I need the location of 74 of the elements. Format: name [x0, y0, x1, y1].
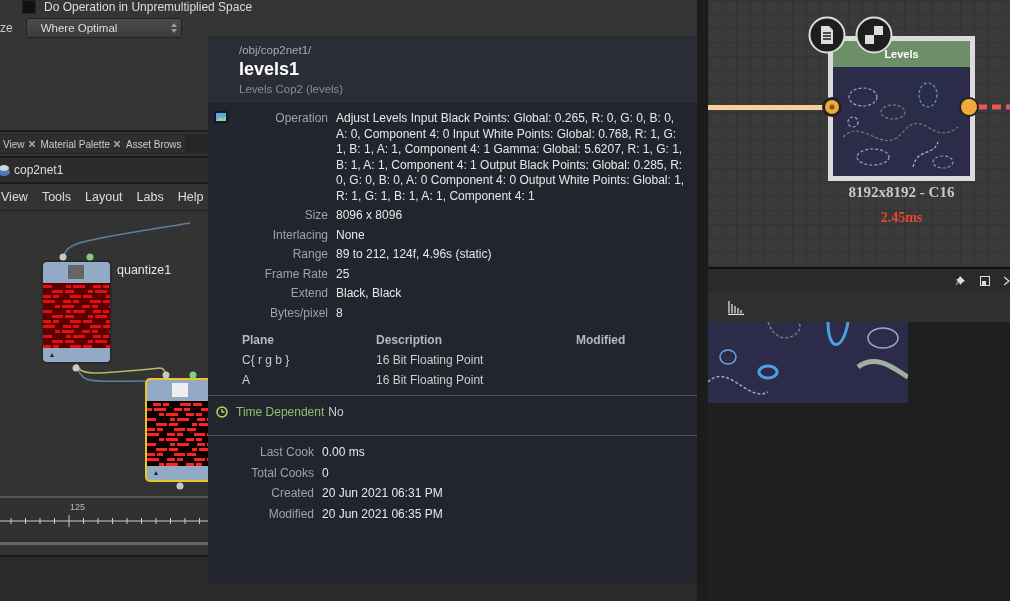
close-icon[interactable] [28, 141, 35, 147]
clock-icon [216, 406, 228, 418]
checkbox-label: Do Operation in Unpremultiplied Space [44, 0, 253, 14]
timeline-ruler[interactable] [0, 515, 210, 527]
pane-tab[interactable]: Material Palette [37, 135, 123, 153]
cook-time: 2.45ms [879, 210, 924, 226]
property-value: 89 to 212, 124f, 4.96s (static) [336, 247, 493, 263]
image-icon [214, 111, 228, 123]
property-label: Operation [274, 111, 328, 127]
property-value: Black, Black [336, 286, 403, 302]
dropdown[interactable]: Where Optimal [25, 18, 182, 38]
menu-item[interactable]: Help [177, 190, 204, 204]
property-label: Interlacing [271, 227, 328, 243]
output-port[interactable] [72, 364, 80, 372]
table-cell-text: C{ r g b } [242, 353, 291, 367]
node-name: levels1 [239, 59, 301, 80]
levels-node[interactable]: Levels [828, 36, 975, 181]
property-value: None [336, 227, 366, 243]
property-label: Extend [289, 286, 328, 302]
network-icon [0, 163, 10, 177]
time-dependent-value: No [328, 405, 344, 419]
property-label: Range [291, 247, 328, 263]
output-port[interactable] [958, 96, 980, 118]
time-dependent-label: Time Dependent [236, 405, 325, 419]
property-value: Adjust Levels Input Black Points: Global: 0.265, R: 0, G: 0, B: 0, A: 0, Component 4: 0 Input White Points: Global: 0.768, R: 1, G: 1, B: 1, A: 1, Component 4: 1 Gamma: Global: 5.6207, R: 1, G: 1, B: 1, A: 1, Component 4: 1 Output Black Points: Global: 0.285, R: 0, G: 0, B: 0, A: 0 Component 4: 0 Output White Points: Global: 1, R: 1, G: 1, B: 1, A: 1, Component 4: 1 [336, 111, 686, 204]
spinner-icon [170, 22, 177, 34]
property-label: Size [303, 208, 328, 224]
menu-item[interactable]: Layout [85, 190, 123, 204]
input-port[interactable] [821, 96, 843, 118]
column-header: Description [376, 333, 443, 347]
node-path: /obj/cop2net1/ [239, 44, 313, 56]
property-label: Created [270, 486, 314, 502]
node-label: quantize1 [117, 263, 172, 277]
menu-item[interactable]: Labs [136, 190, 164, 204]
pane-tab[interactable]: Asset Brows [123, 135, 185, 153]
menu-item[interactable]: Tools [41, 190, 72, 204]
node-type: Levels Cop2 (levels) [239, 83, 345, 95]
float-icon[interactable] [980, 275, 990, 286]
network-node[interactable] [41, 260, 112, 364]
column-header: Plane [242, 333, 275, 347]
flag-dot [189, 371, 197, 379]
network-path[interactable]: cop2net1 [14, 163, 64, 177]
checkbox[interactable] [22, 0, 36, 14]
property-label: Last Cook [258, 445, 314, 461]
flag-dot [86, 253, 94, 261]
close-icon[interactable] [114, 141, 120, 147]
input-port[interactable] [162, 371, 170, 379]
pin-icon[interactable] [954, 274, 966, 287]
property-value: 20 Jun 2021 06:35 PM [322, 506, 444, 522]
property-label: Bytes/pixel [268, 305, 328, 321]
input-port[interactable] [59, 253, 67, 261]
resolution-label: 8192x8192 - C16 [847, 184, 956, 201]
histogram-icon[interactable] [728, 299, 744, 315]
network-node[interactable] [145, 378, 210, 482]
table-cell-text: A [242, 373, 251, 387]
property-value: 0 [322, 465, 330, 481]
table-cell-text: 16 Bit Floating Point [376, 373, 485, 387]
output-port[interactable] [176, 482, 184, 490]
property-value: 25 [336, 266, 351, 282]
frame-label: 125 [70, 502, 86, 512]
property-label: Total Cooks [250, 465, 314, 481]
pane-tab[interactable]: View [0, 135, 38, 153]
property-label: Modified [267, 506, 314, 522]
property-value: 0.00 ms [322, 445, 366, 461]
column-header: Modified [576, 333, 627, 347]
field-label: ze [0, 21, 13, 35]
property-label: Frame Rate [263, 266, 328, 282]
property-value: 8096 x 8096 [336, 208, 404, 224]
table-cell-text: 16 Bit Floating Point [376, 353, 485, 367]
property-value: 8 [336, 305, 344, 321]
document-icon[interactable] [808, 16, 846, 54]
output-wire [978, 103, 1010, 111]
menu-item[interactable]: View [1, 190, 28, 204]
property-value: 20 Jun 2021 06:31 PM [322, 486, 444, 502]
